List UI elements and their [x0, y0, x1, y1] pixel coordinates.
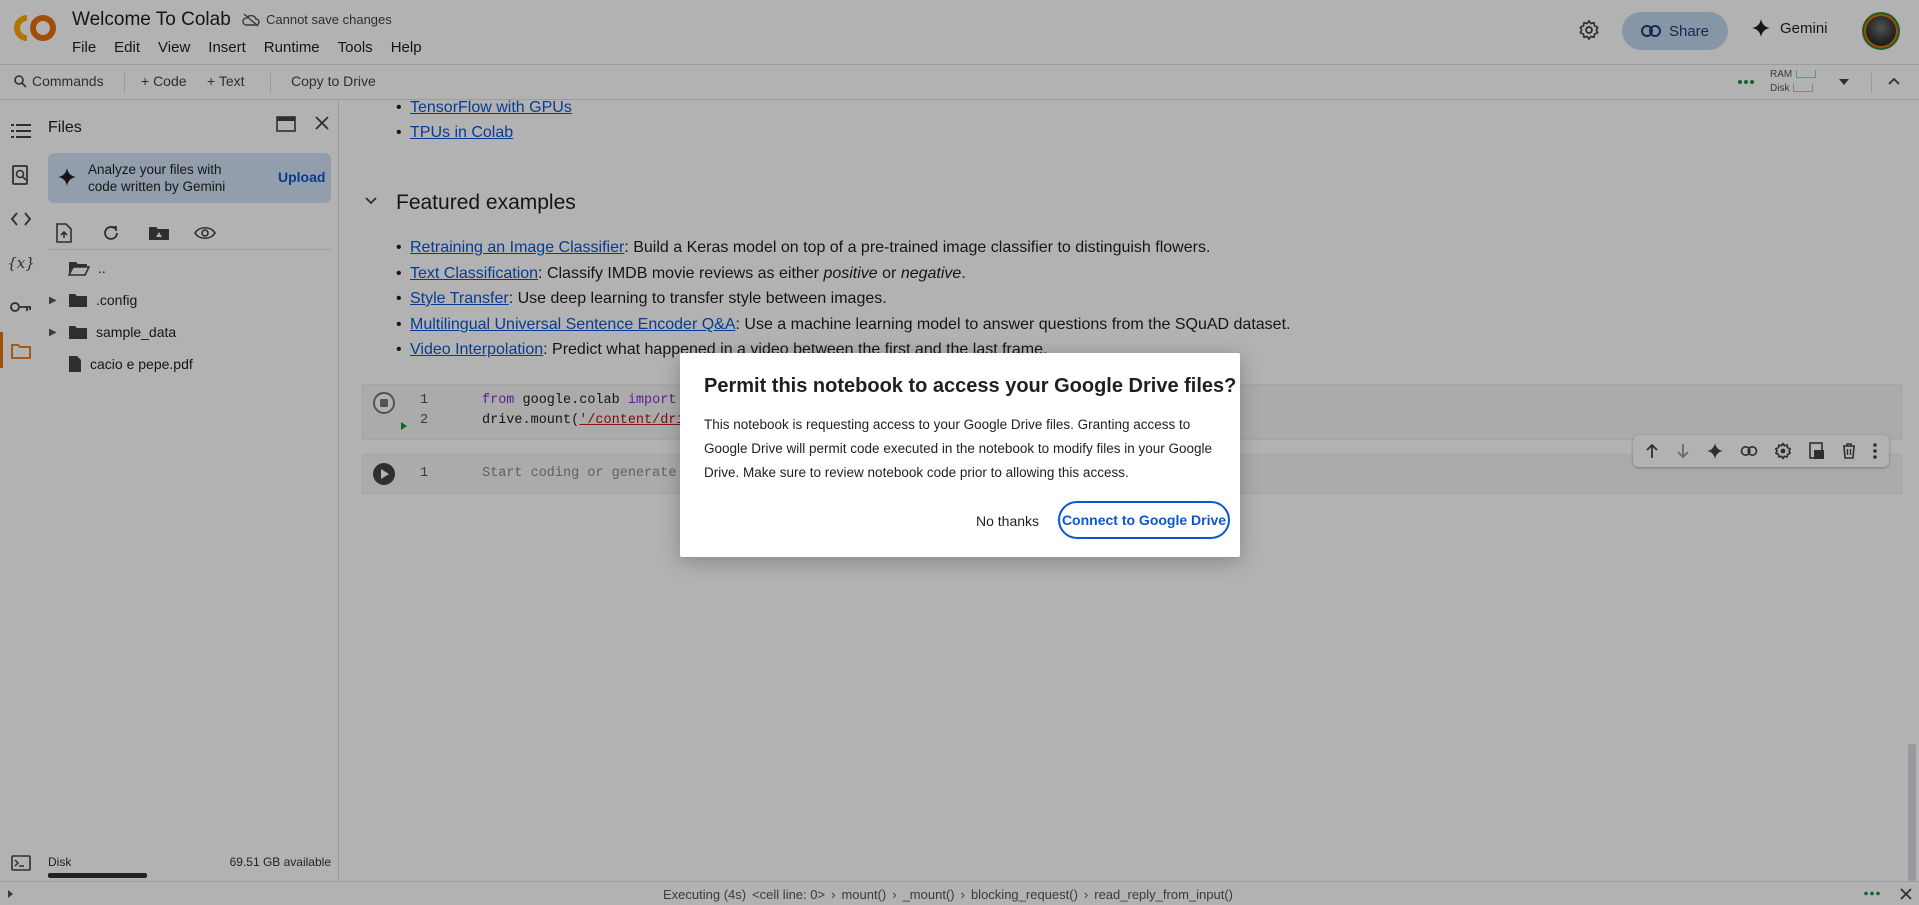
- dialog-body: This notebook is requesting access to yo…: [704, 417, 1213, 480]
- no-thanks-button[interactable]: No thanks: [968, 505, 1047, 537]
- dialog-title: Permit this notebook to access your Goog…: [704, 375, 1237, 397]
- drive-permission-dialog: Permit this notebook to access your Goog…: [680, 353, 1240, 557]
- connect-to-drive-button[interactable]: Connect to Google Drive: [1058, 501, 1230, 539]
